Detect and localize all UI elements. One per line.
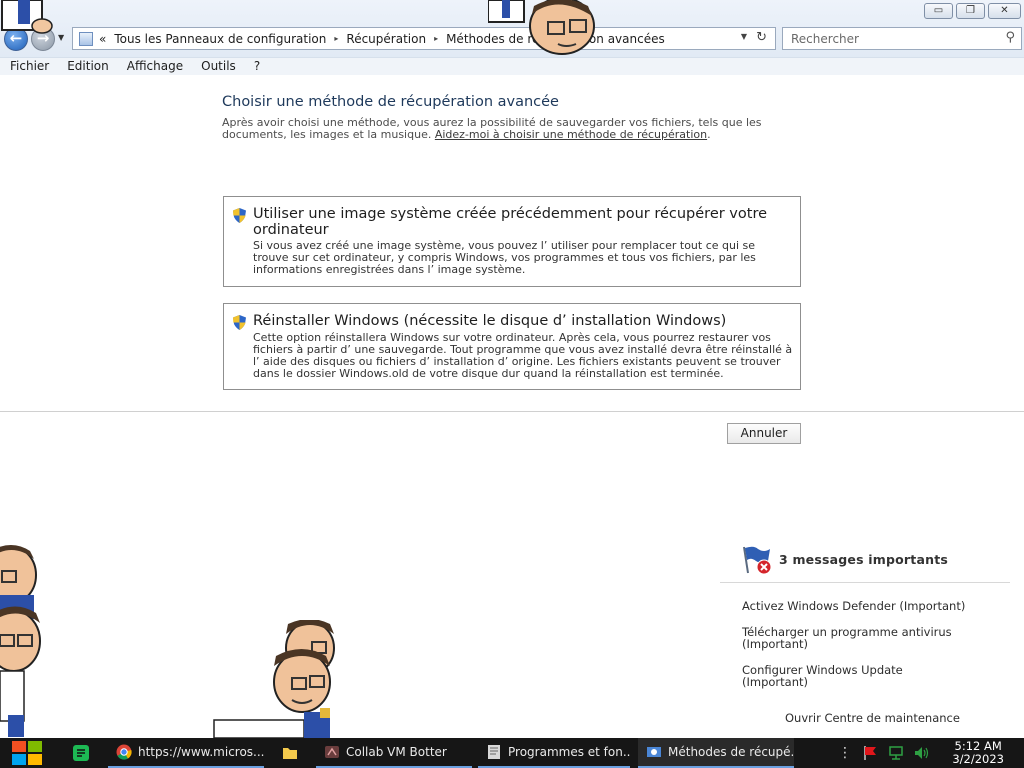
menu-tools[interactable]: Outils [191,58,244,75]
cartoon-character-sprite [1,0,53,34]
help-link[interactable]: Aidez-moi à choisir une méthode de récup… [435,128,707,141]
option-reinstall-windows[interactable]: Réinstaller Windows (nécessite le disque… [223,303,801,390]
start-button[interactable] [10,739,44,767]
breadcrumb-separator-icon[interactable]: ▸ [334,34,338,43]
chevron-down-icon: ▼ [58,33,65,42]
restore-button[interactable]: ❐ [956,3,985,19]
important-messages-title: 3 messages importants [779,552,949,567]
address-bar[interactable]: « Tous les Panneaux de configuration ▸ R… [72,27,776,50]
option-system-image[interactable]: Utiliser une image système créée précéde… [223,196,801,287]
content-divider [0,411,1024,412]
taskbar: https://www.micros... Collab VM Botter P… [0,738,1024,768]
clock[interactable]: 5:12 AM 3/2/2023 [952,740,1004,766]
cancel-button[interactable]: Annuler [727,423,801,444]
menu-edit[interactable]: Edition [57,58,117,75]
menu-bar: Fichier Edition Affichage Outils ? [0,57,1024,75]
system-tray: ⋮ [838,738,930,768]
refresh-icon[interactable]: ↻ [756,30,767,45]
message-windows-defender[interactable]: Activez Windows Defender (Important) [742,600,972,612]
action-center-flag-icon [743,546,772,575]
programs-features-icon [488,745,500,759]
more-options-icon[interactable]: ⋮ [838,745,852,761]
cartoon-character-sprite [488,0,595,55]
chrome-icon [116,744,132,760]
breadcrumb-recovery[interactable]: Récupération [346,32,426,46]
taskbar-item-chrome[interactable]: https://www.micros... [108,738,264,768]
address-history-dropdown[interactable]: ▼ [741,32,747,41]
clock-date: 3/2/2023 [952,752,1004,766]
pinned-app-icon[interactable] [70,738,92,768]
collab-vm-icon [325,746,339,758]
search-icon[interactable]: ⚲ [1005,30,1015,45]
recent-pages-dropdown[interactable]: ▼ [58,33,64,42]
option-title: Utiliser une image système créée précéde… [253,206,768,238]
message-antivirus[interactable]: Télécharger un programme antivirus (Impo… [742,626,972,650]
cartoon-character-sprite [213,620,335,738]
action-center-flag-icon[interactable] [862,745,878,761]
taskbar-item-recovery[interactable]: Méthodes de récupé... [638,738,794,768]
search-placeholder: Rechercher [791,32,859,46]
control-panel-icon [79,31,93,46]
taskbar-item-label: https://www.micros... [138,745,264,759]
taskbar-item-label: Collab VM Botter [346,745,447,759]
close-button[interactable]: ✕ [988,3,1021,19]
window-controls: ▭ ❐ ✕ [924,3,1021,19]
taskbar-item-explorer[interactable] [272,738,308,768]
messages-divider [720,582,1010,583]
taskbar-item-label: Programmes et fon... [508,745,630,759]
minimize-button[interactable]: ▭ [924,3,953,19]
option-description: Si vous avez créé une image système, vou… [253,239,756,276]
option-title: Réinstaller Windows (nécessite le disque… [253,313,727,329]
message-windows-update[interactable]: Configurer Windows Update (Important) [742,664,972,688]
search-input[interactable]: Rechercher ⚲ [782,27,1022,50]
taskbar-item-label: Méthodes de récupé... [668,745,794,759]
uac-shield-icon [233,208,246,223]
option-description: Cette option réinstallera Windows sur vo… [253,331,793,380]
open-action-center-link[interactable]: Ouvrir Centre de maintenance [785,711,960,725]
menu-view[interactable]: Affichage [117,58,191,75]
network-icon[interactable] [888,745,904,761]
control-panel-icon [647,747,661,757]
menu-file[interactable]: Fichier [0,58,57,75]
folder-icon [283,748,297,759]
taskbar-item-programs[interactable]: Programmes et fon... [478,738,630,768]
volume-icon[interactable] [914,745,930,761]
taskbar-item-collab-vm[interactable]: Collab VM Botter [316,738,472,768]
uac-shield-icon [233,315,246,330]
breadcrumb-control-panel[interactable]: Tous les Panneaux de configuration [114,32,326,46]
menu-help[interactable]: ? [244,58,268,75]
page-description: Après avoir choisi une méthode, vous aur… [222,116,762,141]
cartoon-character-sprite [0,545,41,737]
page-title: Choisir une méthode de récupération avan… [222,94,559,110]
breadcrumb-overflow[interactable]: « [99,32,106,46]
breadcrumb-separator-icon[interactable]: ▸ [434,34,438,43]
